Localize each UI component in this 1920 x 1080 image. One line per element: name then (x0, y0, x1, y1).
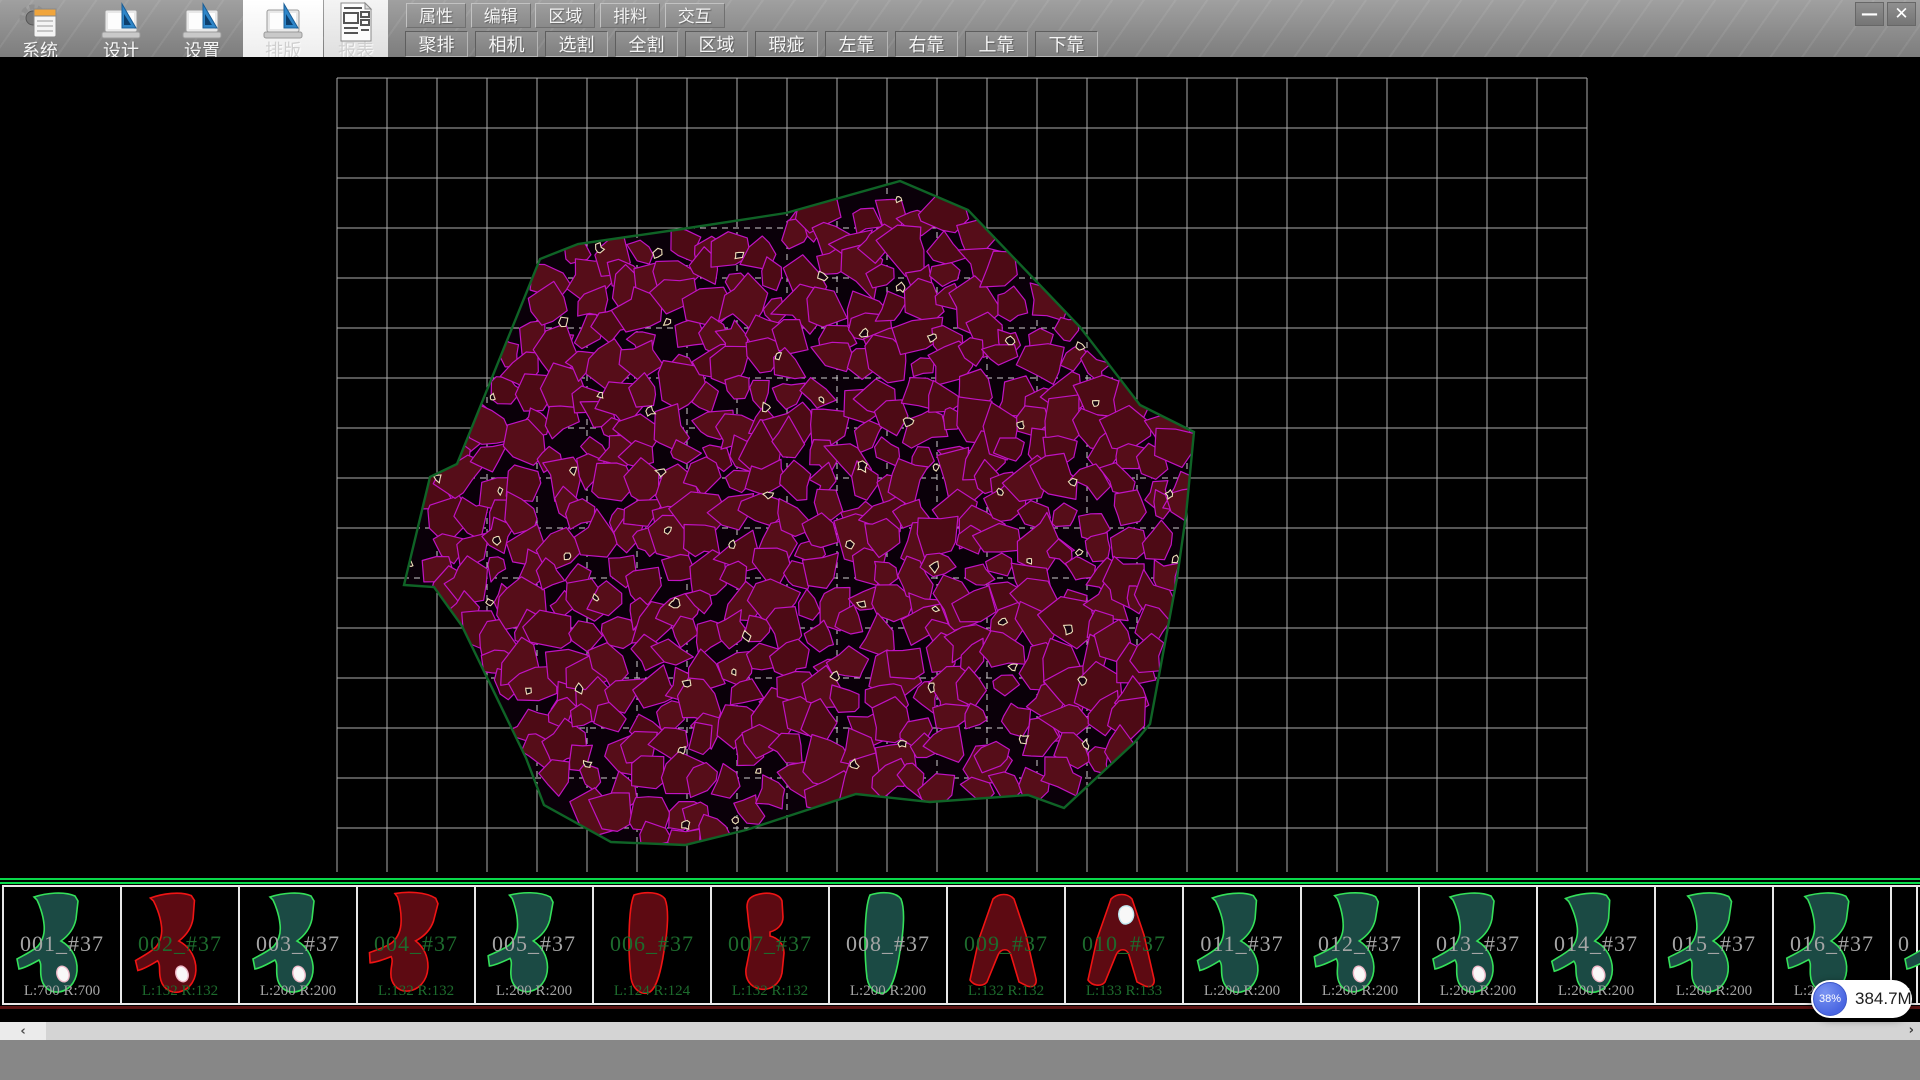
part-lr-count: L:200 R:200 (1538, 983, 1654, 1000)
chevron-left-icon: ‹ (20, 1024, 25, 1039)
gear-doc-icon (18, 2, 62, 42)
status-bar (0, 1040, 1920, 1080)
part-id: 0 (1892, 931, 1916, 957)
part-lr-count: L:200 R:200 (476, 983, 592, 1000)
part-id: 008_#37 (830, 931, 946, 957)
menu-item-properties[interactable]: 属性 (406, 3, 466, 28)
memory-badge[interactable]: 38% 384.7M (1811, 980, 1912, 1018)
part-lr-count: L:200 R:200 (1302, 983, 1418, 1000)
part-thumbnail-011_#37[interactable]: 011_#37 L:200 R:200 (1184, 887, 1302, 1003)
part-lr-count: L:132 R:132 (358, 983, 474, 1000)
part-lr-count: L:124 R:124 (594, 983, 710, 1000)
part-thumbnail-002_#37[interactable]: 002_#37 L:132 R:132 (122, 887, 240, 1003)
tool-button-cut-all[interactable]: 全割 (615, 31, 678, 57)
tool-button-select-cut[interactable]: 选割 (545, 31, 608, 57)
part-id: 006_#37 (594, 931, 710, 957)
part-id: 015_#37 (1656, 931, 1772, 957)
part-id: 012_#37 (1302, 931, 1418, 957)
report-doc-icon (336, 1, 376, 43)
scroll-right-button[interactable]: › (1909, 1022, 1914, 1040)
part-id: 011_#37 (1184, 931, 1300, 957)
part-thumbnail-008_#37[interactable]: 008_#37 L:200 R:200 (830, 887, 948, 1003)
part-thumbnail-013_#37[interactable]: 013_#37 L:200 R:200 (1420, 887, 1538, 1003)
tool-button-align-left[interactable]: 左靠 (825, 31, 888, 57)
part-lr-count: L:200 R:200 (240, 983, 356, 1000)
strip-border-green (0, 882, 1920, 884)
tool-button-align-bottom[interactable]: 下靠 (1035, 31, 1098, 57)
part-lr-count: L:700 R:700 (4, 983, 120, 1000)
ruler-pc-icon (98, 2, 144, 42)
ruler-pc-icon (179, 2, 225, 42)
part-thumbnail-005_#37[interactable]: 005_#37 L:200 R:200 (476, 887, 594, 1003)
part-thumbnail-007_#37[interactable]: 007_#37 L:132 R:132 (712, 887, 830, 1003)
part-id: 010_#37 (1066, 931, 1182, 957)
part-thumbnail-014_#37[interactable]: 014_#37 L:200 R:200 (1538, 887, 1656, 1003)
chevron-right-icon: › (1909, 1023, 1914, 1038)
part-thumbnail-009_#37[interactable]: 009_#37 L:132 R:132 (948, 887, 1066, 1003)
part-lr-count: L:200 R:200 (1656, 983, 1772, 1000)
memory-percent: 38% (1819, 993, 1841, 1005)
tool-button-defect[interactable]: 瑕疵 (755, 31, 818, 57)
part-id: 001_#37 (4, 931, 120, 957)
strip-border-green (0, 878, 1920, 880)
part-id: 005_#37 (476, 931, 592, 957)
part-thumbnail-012_#37[interactable]: 012_#37 L:200 R:200 (1302, 887, 1420, 1003)
part-id: 007_#37 (712, 931, 828, 957)
part-lr-count: L:132 R:132 (948, 983, 1064, 1000)
minimize-icon: — (1861, 4, 1878, 24)
horizontal-scrollbar[interactable]: ‹ › (0, 1022, 1920, 1040)
part-lr-count: L:132 R:132 (122, 983, 238, 1000)
menu-item-region[interactable]: 区域 (535, 3, 595, 28)
menu-item-interactive[interactable]: 交互 (665, 3, 725, 28)
part-thumbnail-010_#37[interactable]: 010_#37 L:133 R:133 (1066, 887, 1184, 1003)
tool-button-region[interactable]: 区域 (685, 31, 748, 57)
appbar-item-layout[interactable]: 排版 (243, 0, 323, 62)
part-thumbnail-004_#37[interactable]: 004_#37 L:132 R:132 (358, 887, 476, 1003)
part-id: 016_#37 (1774, 931, 1890, 957)
tool-button-cluster-nest[interactable]: 聚排 (405, 31, 468, 57)
memory-percent-circle: 38% (1813, 982, 1847, 1016)
part-lr-count: L:200 R:200 (1184, 983, 1300, 1000)
minimize-button[interactable]: — (1855, 2, 1884, 26)
scroll-left-button[interactable]: ‹ (0, 1022, 46, 1040)
menu-item-nesting[interactable]: 排料 (600, 3, 660, 28)
tool-button-align-right[interactable]: 右靠 (895, 31, 958, 57)
part-thumbnail-015_#37[interactable]: 015_#37 L:200 R:200 (1656, 887, 1774, 1003)
appbar-item-design[interactable]: 设计 (81, 0, 161, 62)
part-id: 013_#37 (1420, 931, 1536, 957)
part-thumbnail-003_#37[interactable]: 003_#37 L:200 R:200 (240, 887, 358, 1003)
part-id: 014_#37 (1538, 931, 1654, 957)
menu-item-edit[interactable]: 编辑 (471, 3, 531, 28)
part-id: 004_#37 (358, 931, 474, 957)
ruler-pc-icon (260, 2, 306, 42)
parts-strip-cells: 001_#37 L:700 R:700 002_#37 L:132 R:132 … (2, 885, 1920, 1005)
part-id: 003_#37 (240, 931, 356, 957)
canvas-svg (0, 57, 1920, 878)
close-icon: ✕ (1894, 4, 1908, 24)
part-lr-count: L:133 R:133 (1066, 983, 1182, 1000)
part-thumbnail-006_#37[interactable]: 006_#37 L:124 R:124 (594, 887, 712, 1003)
parts-strip: 001_#37 L:700 R:700 002_#37 L:132 R:132 … (0, 878, 1920, 1010)
appbar-item-system[interactable]: 系统 (0, 0, 80, 62)
part-lr-count: L:200 R:200 (830, 983, 946, 1000)
strip-border-maroon (0, 1006, 1920, 1009)
part-id: 009_#37 (948, 931, 1064, 957)
nesting-canvas[interactable] (0, 57, 1920, 878)
part-lr-count: L:200 R:200 (1420, 983, 1536, 1000)
part-lr-count: L:132 R:132 (712, 983, 828, 1000)
tool-button-camera[interactable]: 相机 (475, 31, 538, 57)
part-id: 002_#37 (122, 931, 238, 957)
close-button[interactable]: ✕ (1887, 2, 1916, 26)
tool-button-align-top[interactable]: 上靠 (965, 31, 1028, 57)
memory-text: 384.7M (1855, 989, 1912, 1009)
part-thumbnail-001_#37[interactable]: 001_#37 L:700 R:700 (2, 887, 122, 1003)
appbar-item-settings[interactable]: 设置 (162, 0, 242, 62)
